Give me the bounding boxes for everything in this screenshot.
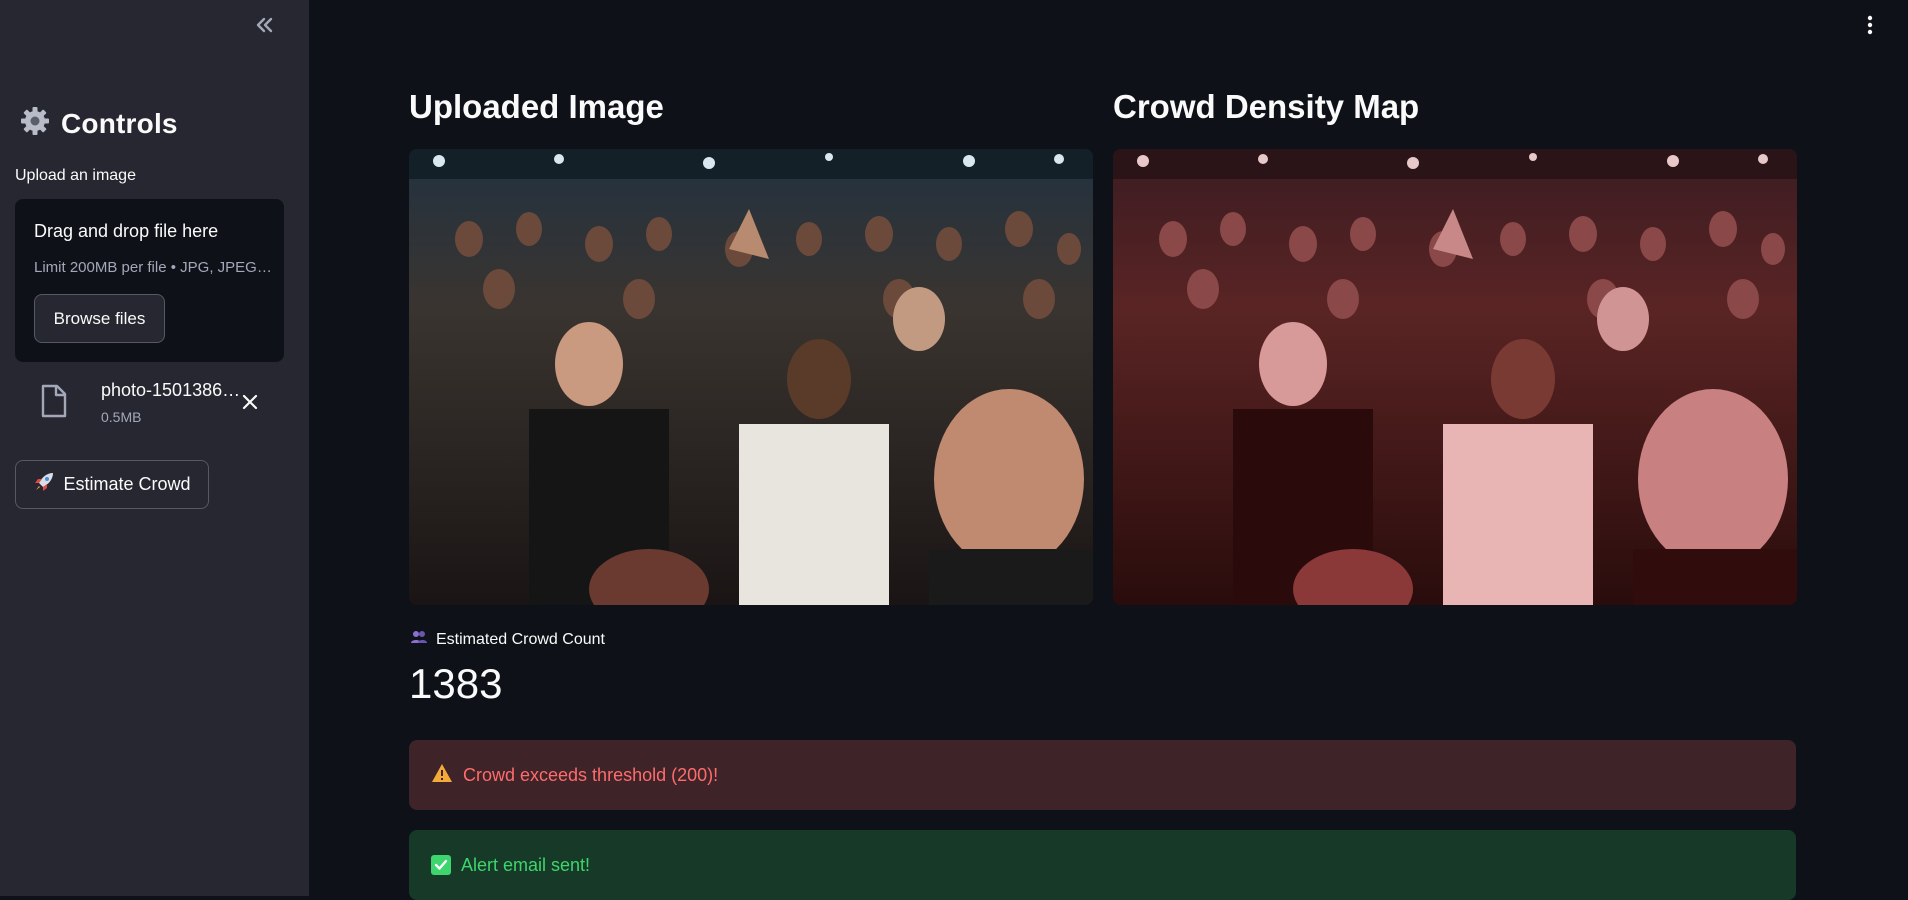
- uploaded-image-title: Uploaded Image: [409, 88, 664, 125]
- email-sent-alert: Alert email sent!: [409, 830, 1796, 900]
- estimate-button-label: Estimate Crowd: [63, 474, 191, 494]
- file-dropzone[interactable]: Drag and drop file here Limit 200MB per …: [15, 199, 284, 362]
- threshold-error-alert: Crowd exceeds threshold (200)!: [409, 740, 1796, 810]
- sidebar-title: Controls: [19, 104, 178, 144]
- gear-icon: [19, 105, 51, 144]
- sidebar-title-text: Controls: [61, 108, 178, 139]
- metric-label-text: Estimated Crowd Count: [436, 630, 605, 648]
- warning-icon: [431, 763, 453, 788]
- uploaded-file-item: photo-1501386761578-eac5c94b800a.jpg 0.5…: [40, 378, 280, 430]
- file-size: 0.5MB: [101, 409, 142, 425]
- success-alert-text: Alert email sent!: [461, 854, 591, 875]
- error-alert-text: Crowd exceeds threshold (200)!: [463, 764, 719, 785]
- collapse-sidebar-icon[interactable]: [250, 12, 278, 38]
- dropzone-title: Drag and drop file here: [34, 221, 219, 241]
- estimate-crowd-button[interactable]: Estimate Crowd: [15, 460, 209, 509]
- metric-label: Estimated Crowd Count: [410, 630, 605, 649]
- close-icon[interactable]: [240, 392, 260, 417]
- crowd-density-map: [1113, 149, 1797, 605]
- density-map-title: Crowd Density Map: [1113, 88, 1420, 125]
- sidebar: Controls Upload an image Drag and drop f…: [0, 0, 309, 896]
- upload-label: Upload an image: [15, 167, 136, 184]
- uploaded-image: [409, 149, 1093, 605]
- people-icon: [410, 630, 428, 649]
- browse-files-button[interactable]: Browse files: [34, 294, 165, 343]
- check-icon: [431, 855, 451, 875]
- rocket-icon: [33, 471, 55, 498]
- main-menu-icon[interactable]: [1860, 12, 1880, 38]
- file-icon: [40, 384, 68, 423]
- crowd-count-value: 1383: [409, 660, 503, 707]
- dropzone-limit-text: Limit 200MB per file • JPG, JPEG, PNG: [34, 259, 274, 276]
- file-name: photo-1501386761578-eac5c94b800a.jpg: [101, 380, 241, 400]
